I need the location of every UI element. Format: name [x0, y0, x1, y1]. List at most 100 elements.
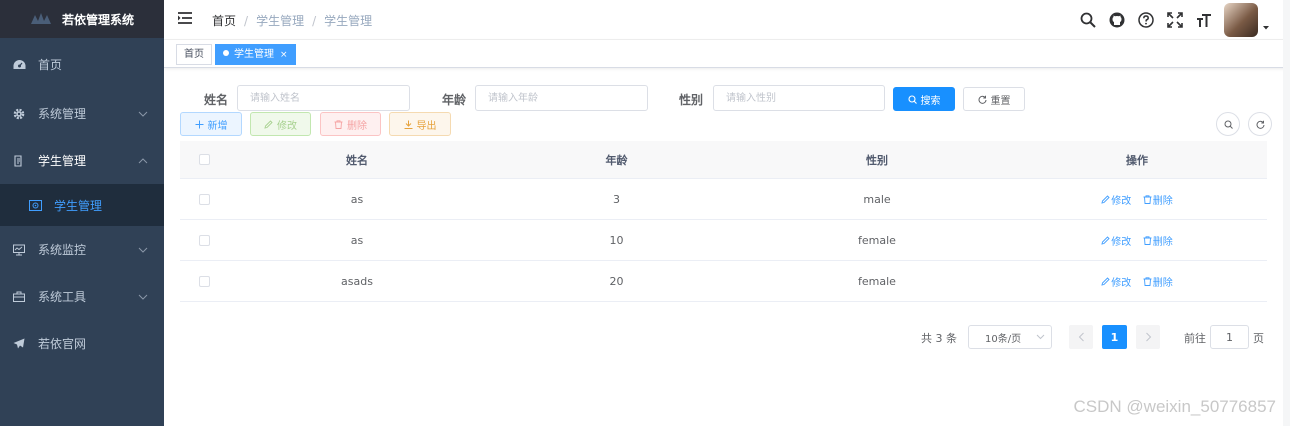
- caret-down-icon[interactable]: [1262, 25, 1270, 31]
- sidebar-item-label: 系统管理: [38, 107, 87, 121]
- app-root: 若依管理系统 首页 系统管理 学生管理 学生管理 系统监控 系统工具 若依官网 …: [0, 0, 1290, 426]
- name-input[interactable]: [237, 85, 410, 111]
- plus-icon: [195, 120, 203, 128]
- font-size-icon[interactable]: [1195, 12, 1212, 29]
- select-all-checkbox[interactable]: [180, 154, 228, 165]
- scrollbar-track[interactable]: [1283, 0, 1290, 426]
- sidebar-item-student[interactable]: 学生管理: [0, 137, 164, 184]
- search-button[interactable]: 搜索: [893, 87, 955, 111]
- row-edit-link[interactable]: 修改: [1101, 192, 1131, 207]
- table-row: as 10 female 修改 删除: [180, 220, 1267, 261]
- cell-actions: 修改 删除: [1007, 233, 1267, 248]
- row-checkbox[interactable]: [180, 275, 228, 287]
- fullscreen-icon[interactable]: [1166, 12, 1183, 29]
- dashboard-icon: [12, 59, 26, 70]
- sidebar-subitem-student[interactable]: 学生管理: [0, 184, 164, 226]
- delete-button-label: 删除: [347, 120, 367, 132]
- edit-icon: [264, 119, 273, 129]
- navbar-right-menu: [1067, 0, 1270, 40]
- row-edit-link[interactable]: 修改: [1101, 233, 1131, 248]
- refresh-table-button[interactable]: [1248, 112, 1272, 136]
- edit-icon: [1101, 194, 1110, 204]
- next-page-button[interactable]: [1136, 325, 1160, 349]
- sidebar-item-label: 首页: [38, 57, 63, 72]
- toggle-search-button[interactable]: [1216, 112, 1240, 136]
- sidebar-item-label: 系统监控: [38, 243, 87, 257]
- chevron-down-icon: [138, 247, 148, 253]
- close-icon[interactable]: ×: [280, 50, 288, 60]
- tag-label: 学生管理: [234, 49, 274, 60]
- tag-home[interactable]: 首页: [176, 44, 212, 65]
- row-checkbox[interactable]: [180, 193, 228, 205]
- row-delete-link[interactable]: 删除: [1143, 274, 1173, 289]
- reset-button[interactable]: 重置: [963, 87, 1025, 111]
- row-edit-link[interactable]: 修改: [1101, 274, 1131, 289]
- trash-icon: [334, 119, 343, 129]
- active-dot-icon: [223, 50, 229, 56]
- search-icon[interactable]: [1079, 12, 1096, 29]
- row-delete-label: 删除: [1152, 236, 1173, 248]
- search-icon: [907, 94, 917, 104]
- logo[interactable]: 若依管理系统: [0, 0, 164, 38]
- gender-input[interactable]: [713, 85, 885, 111]
- add-button[interactable]: 新增: [180, 112, 242, 136]
- checkbox[interactable]: [198, 193, 210, 205]
- sidebar-item-monitor[interactable]: 系统监控: [0, 226, 164, 273]
- cell-age: 20: [609, 274, 624, 288]
- send-icon: [12, 338, 26, 349]
- hamburger-icon[interactable]: [178, 11, 192, 25]
- student-icon: [28, 199, 42, 211]
- page-suffix: 页: [1253, 332, 1264, 345]
- cell-gender: male: [863, 192, 891, 206]
- sidebar-item-system[interactable]: 系统管理: [0, 90, 164, 137]
- table-header: 姓名 年龄 性别 操作: [180, 141, 1267, 179]
- name-label: 姓名: [204, 93, 229, 107]
- download-icon: [404, 120, 412, 129]
- column-header: 操作: [1126, 153, 1148, 167]
- chevron-down-icon: [1036, 334, 1045, 340]
- age-input[interactable]: [475, 85, 648, 111]
- checkbox[interactable]: [198, 234, 210, 246]
- avatar[interactable]: [1224, 3, 1258, 37]
- search-icon: [1224, 120, 1233, 129]
- edit-icon: [1101, 276, 1110, 286]
- sidebar-item-tools[interactable]: 系统工具: [0, 273, 164, 320]
- help-icon[interactable]: [1137, 12, 1154, 29]
- export-button[interactable]: 导出: [389, 112, 451, 136]
- cell-age: 10: [609, 233, 624, 247]
- breadcrumb-item[interactable]: 首页: [212, 12, 236, 29]
- gender-label: 性别: [679, 93, 704, 107]
- page-size-select[interactable]: 10条/页: [968, 325, 1052, 349]
- row-checkbox[interactable]: [180, 234, 228, 246]
- cell-name: as: [350, 192, 364, 206]
- export-button-label: 导出: [416, 120, 437, 132]
- checkbox[interactable]: [198, 275, 210, 287]
- checkbox[interactable]: [198, 154, 210, 165]
- edit-button-label: 修改: [277, 120, 297, 132]
- row-delete-link[interactable]: 删除: [1143, 233, 1173, 248]
- row-delete-link[interactable]: 删除: [1143, 192, 1173, 207]
- column-header: 姓名: [346, 153, 368, 167]
- row-edit-label: 修改: [1111, 236, 1132, 248]
- edit-icon: [1101, 235, 1110, 245]
- page-number-active[interactable]: 1: [1102, 325, 1127, 349]
- sidebar-item-website[interactable]: 若依官网: [0, 320, 164, 367]
- trash-icon: [1143, 235, 1152, 245]
- github-icon[interactable]: [1108, 12, 1125, 29]
- goto-page-input[interactable]: [1210, 325, 1249, 349]
- sidebar-item-home[interactable]: 首页: [0, 38, 164, 90]
- delete-button[interactable]: 删除: [320, 112, 381, 136]
- age-label: 年龄: [442, 93, 467, 107]
- breadcrumb-item: 学生管理: [324, 14, 373, 28]
- trash-icon: [1143, 194, 1152, 204]
- breadcrumb-separator: /: [312, 13, 317, 28]
- edit-button[interactable]: 修改: [250, 112, 311, 136]
- cell-gender: female: [858, 274, 896, 288]
- chevron-up-icon: [138, 157, 148, 163]
- prev-page-button[interactable]: [1069, 325, 1093, 349]
- chevron-down-icon: [138, 111, 148, 117]
- row-edit-label: 修改: [1111, 277, 1132, 289]
- watermark: CSDN @weixin_50776857: [1073, 397, 1276, 416]
- breadcrumb-separator: /: [244, 13, 249, 28]
- tag-student-active[interactable]: 学生管理 ×: [215, 44, 296, 65]
